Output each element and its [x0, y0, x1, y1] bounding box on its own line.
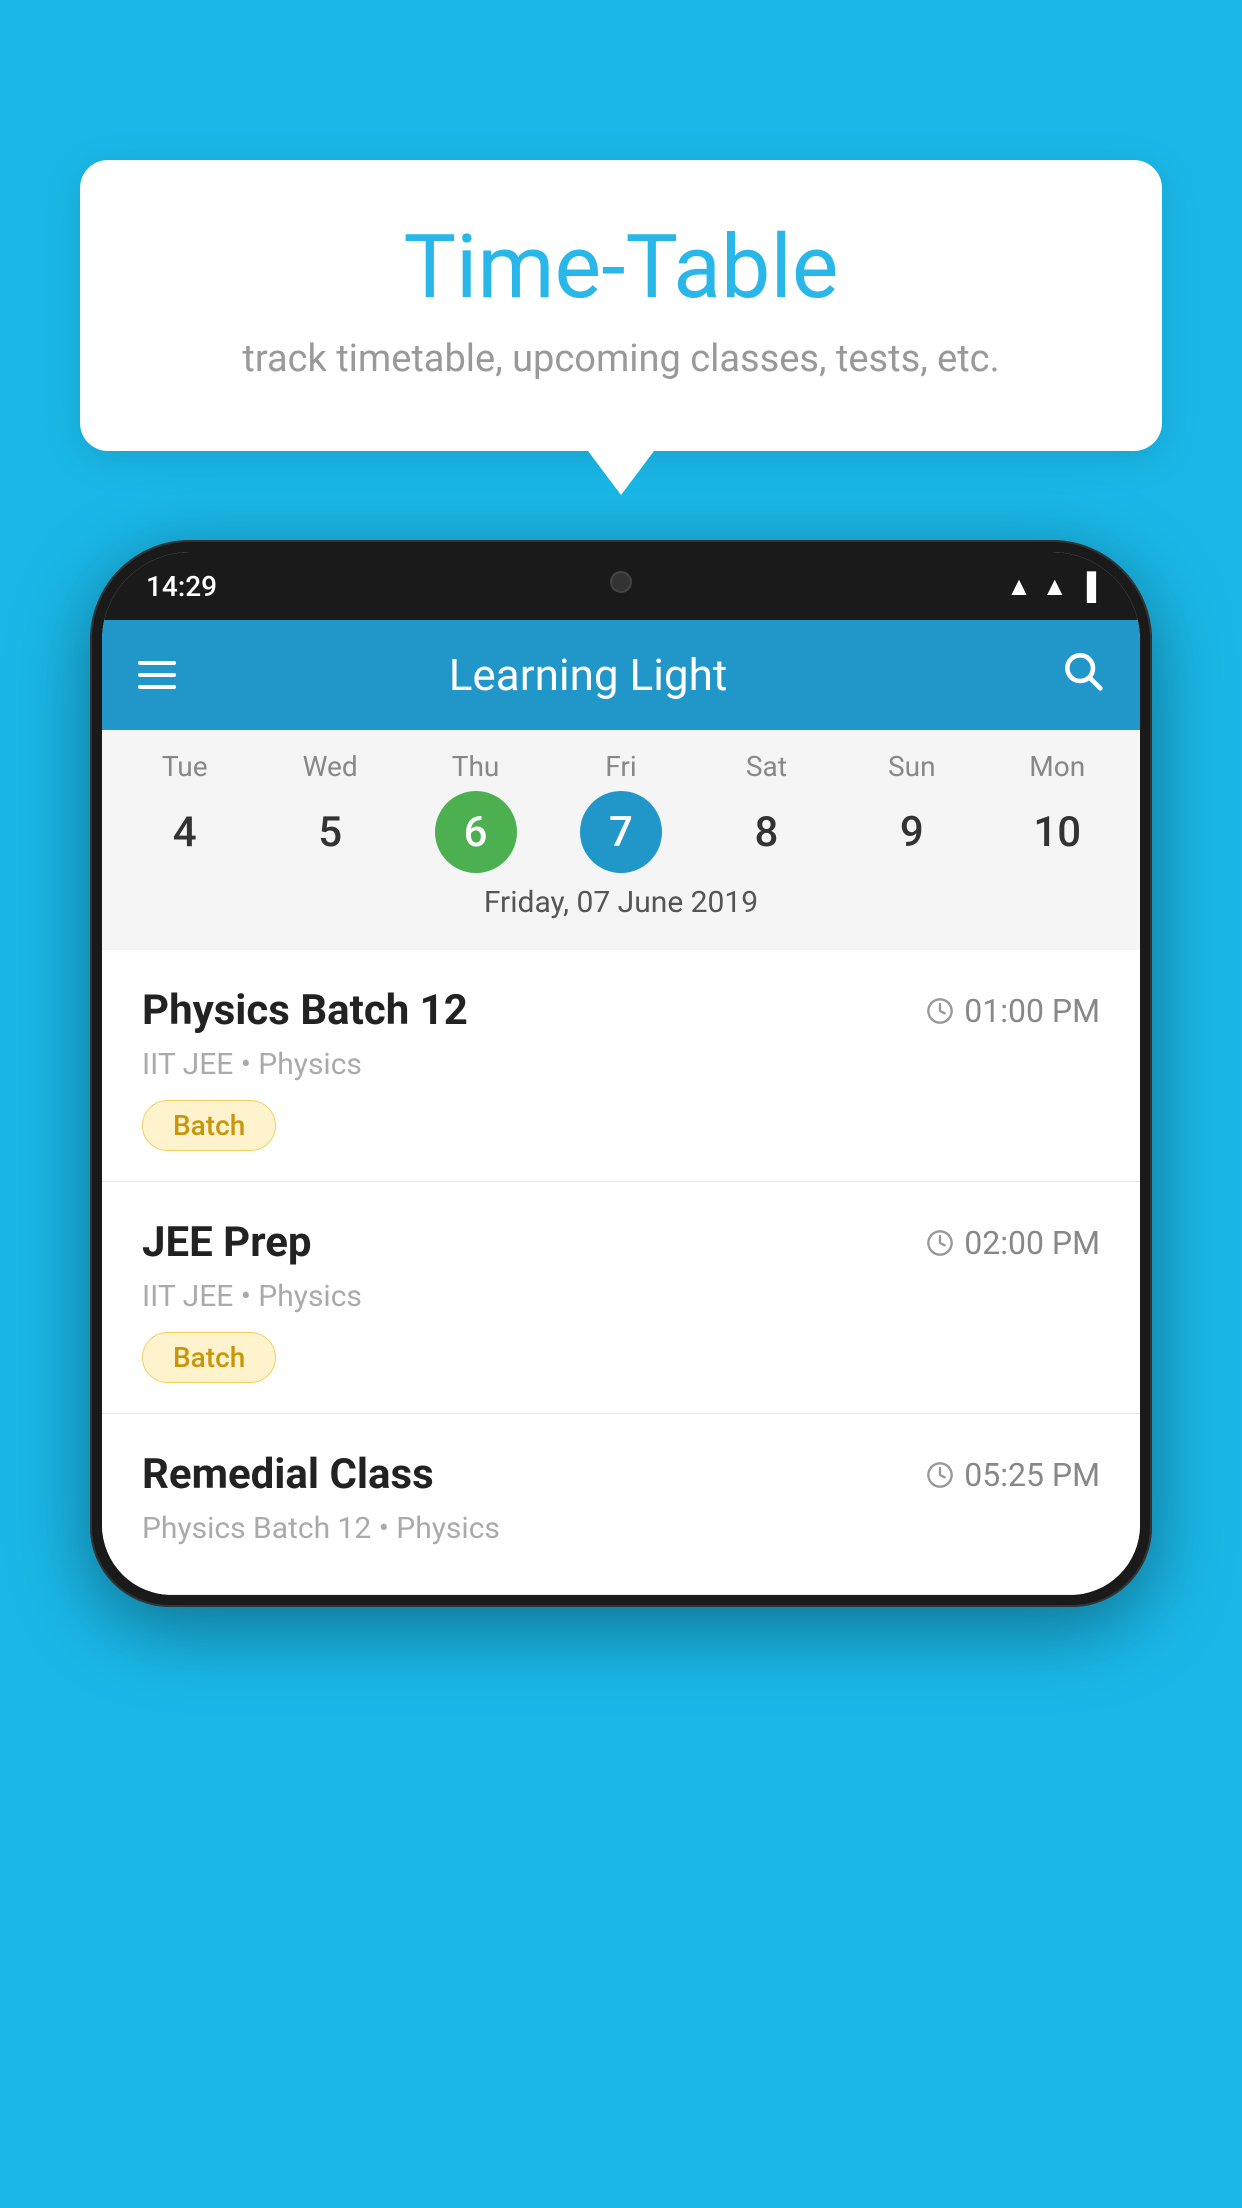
day-cell-fri[interactable]: Fri 7	[556, 750, 686, 873]
phone-mockup: 14:29 ▲ ▲ ▐	[90, 540, 1152, 2208]
event-meta: IIT JEE • Physics	[142, 1047, 1100, 1082]
event-meta: Physics Batch 12 • Physics	[142, 1511, 1100, 1546]
day-cell-tue[interactable]: Tue 4	[120, 750, 250, 873]
notch	[541, 552, 701, 612]
event-name: JEE Prep	[142, 1218, 312, 1267]
event-header: JEE Prep 02:00 PM	[142, 1218, 1100, 1267]
event-time: 01:00 PM	[926, 992, 1100, 1030]
event-item-1[interactable]: JEE Prep 02:00 PM IIT JEE • Physics Batch	[102, 1182, 1140, 1414]
day-name: Sat	[746, 750, 787, 783]
phone-inner: 14:29 ▲ ▲ ▐	[102, 552, 1140, 1595]
day-cell-wed[interactable]: Wed 5	[265, 750, 395, 873]
event-header: Physics Batch 12 01:00 PM	[142, 986, 1100, 1035]
day-name: Thu	[452, 750, 500, 783]
batch-badge: Batch	[142, 1100, 276, 1151]
day-name: Tue	[162, 750, 208, 783]
day-cell-thu[interactable]: Thu 6	[411, 750, 541, 873]
clock-icon	[926, 997, 954, 1025]
day-number: 7	[580, 791, 662, 873]
day-number: 4	[144, 791, 226, 873]
tooltip-subtitle: track timetable, upcoming classes, tests…	[160, 337, 1082, 381]
batch-badge: Batch	[142, 1332, 276, 1383]
tooltip-title: Time-Table	[160, 220, 1082, 317]
clock-icon	[926, 1461, 954, 1489]
day-number: 10	[1016, 791, 1098, 873]
app-title: Learning Light	[146, 649, 1030, 701]
event-time: 02:00 PM	[926, 1224, 1100, 1262]
days-row: Tue 4 Wed 5 Thu 6 Fri 7 Sat 8 Sun 9 Mon 10	[102, 750, 1140, 873]
day-name: Sun	[888, 750, 936, 783]
search-button[interactable]	[1060, 648, 1104, 703]
status-time: 14:29	[146, 570, 217, 603]
day-number: 5	[289, 791, 371, 873]
wifi-icon: ▲	[1006, 571, 1032, 602]
day-name: Fri	[605, 750, 636, 783]
camera	[610, 571, 632, 593]
phone-outer: 14:29 ▲ ▲ ▐	[90, 540, 1152, 1607]
day-number: 6	[435, 791, 517, 873]
events-list: Physics Batch 12 01:00 PM IIT JEE • Physic…	[102, 950, 1140, 1595]
event-name: Remedial Class	[142, 1450, 434, 1499]
status-icons: ▲ ▲ ▐	[1006, 571, 1096, 602]
clock-icon	[926, 1229, 954, 1257]
status-bar: 14:29 ▲ ▲ ▐	[102, 552, 1140, 620]
calendar-strip: Tue 4 Wed 5 Thu 6 Fri 7 Sat 8 Sun 9 Mon 10 Friday, 07…	[102, 730, 1140, 950]
day-cell-sat[interactable]: Sat 8	[701, 750, 831, 873]
battery-icon: ▐	[1078, 571, 1096, 602]
event-item-2[interactable]: Remedial Class 05:25 PM Physics Batch 12 •…	[102, 1414, 1140, 1595]
event-header: Remedial Class 05:25 PM	[142, 1450, 1100, 1499]
event-meta: IIT JEE • Physics	[142, 1279, 1100, 1314]
tooltip-card: Time-Table track timetable, upcoming cla…	[80, 160, 1162, 451]
day-cell-sun[interactable]: Sun 9	[847, 750, 977, 873]
signal-icon: ▲	[1042, 571, 1068, 602]
event-time: 05:25 PM	[926, 1456, 1100, 1494]
app-bar: Learning Light	[102, 620, 1140, 730]
event-name: Physics Batch 12	[142, 986, 468, 1035]
day-number: 8	[725, 791, 807, 873]
selected-date-label: Friday, 07 June 2019	[102, 873, 1140, 940]
day-name: Mon	[1029, 750, 1085, 783]
day-cell-mon[interactable]: Mon 10	[992, 750, 1122, 873]
event-item-0[interactable]: Physics Batch 12 01:00 PM IIT JEE • Physic…	[102, 950, 1140, 1182]
day-name: Wed	[303, 750, 358, 783]
day-number: 9	[871, 791, 953, 873]
